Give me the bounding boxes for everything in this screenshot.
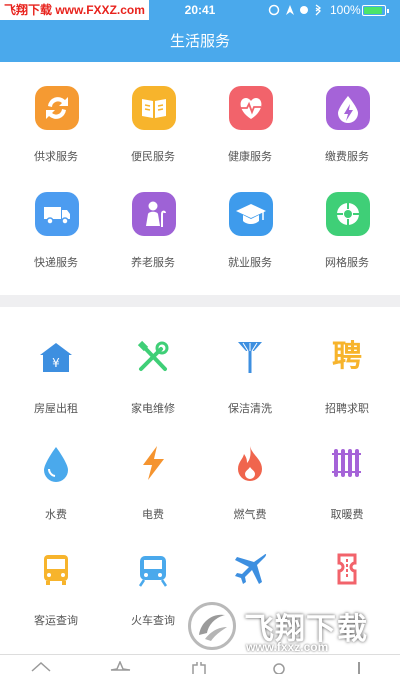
ticket-icon xyxy=(337,553,357,585)
status-bar: 飞翔下载 www.FXXZ.com 20:41 100% xyxy=(0,0,400,20)
water-drop-icon xyxy=(44,447,68,482)
service-tab-icon[interactable] xyxy=(188,661,210,674)
bus-icon xyxy=(44,555,68,585)
service-water-bill[interactable]: 水费 xyxy=(6,413,106,521)
app-convenience[interactable]: 便民服务 xyxy=(103,86,203,186)
app-employment[interactable]: 就业服务 xyxy=(200,192,300,292)
service-label: 客运查询 xyxy=(34,615,78,627)
flame-icon xyxy=(238,446,262,481)
refresh-icon xyxy=(35,86,79,130)
app-label: 网格服务 xyxy=(325,257,369,269)
battery-percent: 100% xyxy=(330,3,361,17)
elder-icon xyxy=(132,192,176,236)
radiator-icon xyxy=(332,449,361,477)
service-electricity-bill[interactable]: 电费 xyxy=(103,413,203,521)
house-yuan-icon: ¥ xyxy=(40,343,72,372)
app-elderly-care[interactable]: 养老服务 xyxy=(103,192,203,292)
app-express[interactable]: 快递服务 xyxy=(6,192,106,292)
truck-icon xyxy=(35,192,79,236)
battery-icon xyxy=(362,5,389,16)
service-recruitment[interactable]: 聘 招聘求职 xyxy=(297,307,397,415)
tools-icon xyxy=(137,340,169,371)
app-label: 快递服务 xyxy=(34,257,78,269)
brand-logo-icon xyxy=(188,602,236,650)
service-heating-bill[interactable]: 取暖费 xyxy=(297,413,397,521)
graduation-cap-icon xyxy=(229,192,273,236)
lightning-icon xyxy=(143,446,164,480)
app-label: 健康服务 xyxy=(228,151,272,163)
watermark-logo: 飞翔下载 www.fxxz.com xyxy=(188,602,388,658)
app-label: 供求服务 xyxy=(34,151,78,163)
app-header: 飞翔下载 www.FXXZ.com 20:41 100% 生活服务 xyxy=(0,0,400,62)
primary-services-card: 供求服务 便民服务 健康服务 缴费服务 快递服务 养老服务 就业服务 网格服务 xyxy=(0,62,400,295)
book-icon xyxy=(132,86,176,130)
globe-icon xyxy=(326,192,370,236)
page-title: 生活服务 xyxy=(169,33,230,50)
profile-tab-icon[interactable] xyxy=(348,661,370,674)
service-house-rental[interactable]: ¥ 房屋出租 xyxy=(6,307,106,415)
home-tab-icon[interactable] xyxy=(30,661,52,674)
app-supply-demand[interactable]: 供求服务 xyxy=(6,86,106,186)
app-label: 便民服务 xyxy=(131,151,175,163)
service-appliance-repair[interactable]: 家电维修 xyxy=(103,307,203,415)
app-label: 缴费服务 xyxy=(325,151,369,163)
app-label: 就业服务 xyxy=(228,257,272,269)
airplane-icon xyxy=(235,553,267,584)
broom-icon xyxy=(238,342,262,373)
heart-pulse-icon xyxy=(229,86,273,130)
location-tab-icon[interactable] xyxy=(268,661,290,674)
app-label: 养老服务 xyxy=(131,257,175,269)
service-gas-bill[interactable]: 燃气费 xyxy=(200,413,300,521)
train-icon xyxy=(138,556,168,587)
status-icons xyxy=(268,4,322,16)
drop-bolt-icon xyxy=(326,86,370,130)
brand-url: www.fxxz.com xyxy=(246,640,329,654)
app-payment[interactable]: 缴费服务 xyxy=(297,86,397,186)
svg-text:¥: ¥ xyxy=(52,356,60,370)
star-tab-icon[interactable] xyxy=(109,661,131,674)
recruit-icon: 聘 xyxy=(332,340,362,373)
service-bus-query[interactable]: 客运查询 xyxy=(6,519,106,627)
app-grid-service[interactable]: 网格服务 xyxy=(297,192,397,292)
service-cleaning[interactable]: 保洁清洗 xyxy=(200,307,300,415)
app-health[interactable]: 健康服务 xyxy=(200,86,300,186)
